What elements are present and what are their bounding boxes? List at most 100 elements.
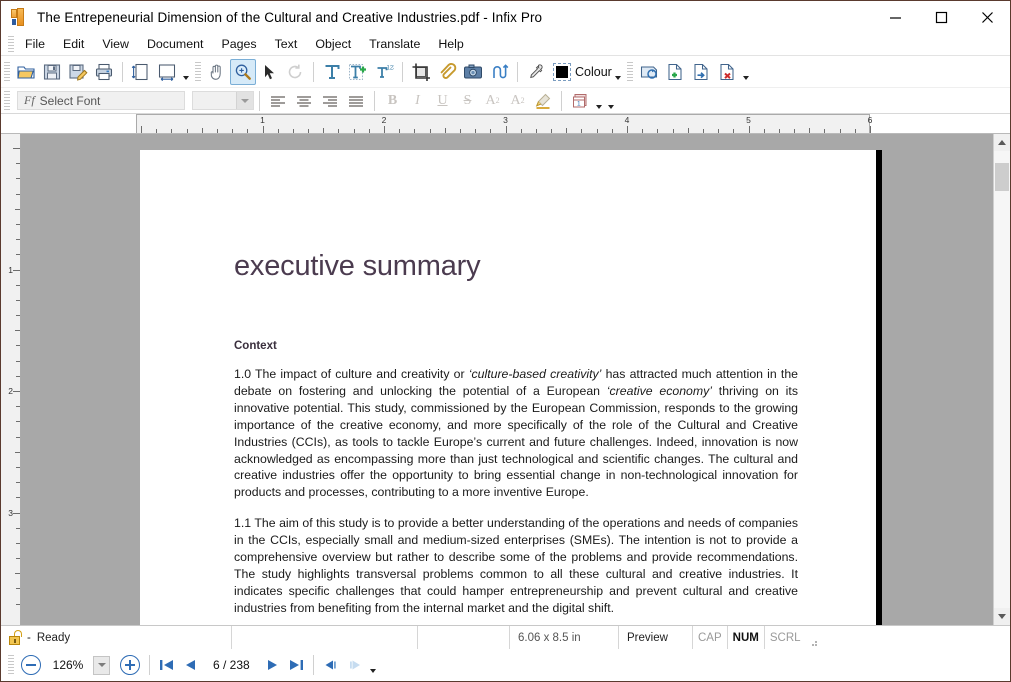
eyedropper-icon[interactable]	[523, 59, 549, 85]
page-ops-dropdown-icon[interactable]	[740, 59, 752, 85]
underline-button[interactable]: U	[430, 90, 455, 112]
menu-object[interactable]: Object	[306, 35, 360, 53]
scroll-up-icon[interactable]	[994, 134, 1010, 151]
ruler-tick	[338, 129, 340, 133]
ruler-tick	[748, 126, 750, 133]
save-as-icon[interactable]	[65, 59, 91, 85]
zoom-in-button[interactable]	[120, 655, 140, 675]
page-indicator[interactable]: 6 / 238	[203, 658, 260, 672]
scrollbar-thumb[interactable]	[995, 163, 1009, 191]
italic-button[interactable]: I	[405, 90, 430, 112]
bold-button[interactable]: B	[380, 90, 405, 112]
ruler-tick	[384, 126, 385, 133]
navbar-overflow-icon[interactable]	[367, 652, 379, 678]
fit-page-height-icon[interactable]	[128, 59, 154, 85]
attachment-icon[interactable]	[434, 59, 460, 85]
zoom-tool-icon[interactable]	[230, 58, 256, 85]
zoom-dropdown-icon[interactable]	[93, 655, 110, 675]
text-tool-icon[interactable]	[319, 59, 345, 85]
align-center-icon[interactable]	[291, 88, 317, 114]
align-left-icon[interactable]	[265, 88, 291, 114]
zoom-out-button[interactable]	[21, 655, 41, 675]
navbar-grip[interactable]	[8, 655, 14, 675]
format-toolbar-grip[interactable]	[4, 90, 10, 111]
toolbar-grip-3[interactable]	[626, 61, 633, 82]
maximize-button[interactable]	[918, 1, 964, 33]
paragraph-1-0[interactable]: 1.0 The impact of culture and creativity…	[234, 366, 798, 501]
print-icon[interactable]	[91, 59, 117, 85]
hand-tool-icon[interactable]	[204, 59, 230, 85]
align-right-icon[interactable]	[317, 88, 343, 114]
ruler-label: 1	[8, 264, 13, 275]
page-refresh-icon[interactable]	[636, 59, 662, 85]
shape-path-icon[interactable]	[486, 59, 512, 85]
delete-page-icon[interactable]	[714, 59, 740, 85]
font-select[interactable]: Ff Select Font	[17, 91, 185, 110]
ruler-tick	[444, 128, 446, 133]
menu-view[interactable]: View	[93, 35, 138, 53]
caps-lock-indicator: CAP	[698, 631, 722, 644]
table-dropdown-icon[interactable]	[593, 88, 605, 114]
ruler-tick	[15, 330, 20, 332]
menu-document[interactable]: Document	[138, 35, 212, 53]
open-file-icon[interactable]	[13, 59, 39, 85]
menu-grip[interactable]	[8, 36, 14, 52]
scrollbar-track[interactable]	[994, 151, 1010, 608]
last-page-button[interactable]	[284, 653, 308, 677]
ruler-tick	[323, 128, 325, 133]
toolbar-grip-2[interactable]	[195, 61, 201, 82]
vertical-ruler[interactable]: 1 2 3	[1, 134, 21, 625]
chevron-down-icon[interactable]	[236, 92, 253, 109]
menu-text[interactable]: Text	[266, 35, 307, 53]
crop-icon[interactable]	[408, 59, 434, 85]
minimize-button[interactable]	[872, 1, 918, 33]
first-page-button[interactable]	[155, 653, 179, 677]
export-page-icon[interactable]	[688, 59, 714, 85]
ruler-tick	[566, 128, 568, 133]
image-icon[interactable]	[460, 59, 486, 85]
vertical-scrollbar[interactable]	[993, 134, 1010, 625]
new-text-box-icon[interactable]	[345, 59, 371, 85]
next-page-button[interactable]	[260, 653, 284, 677]
ruler-tick	[16, 421, 20, 423]
strikethrough-button[interactable]: S	[455, 90, 480, 112]
scroll-down-icon[interactable]	[994, 608, 1010, 625]
colour-swatch[interactable]	[553, 62, 571, 81]
page-fit-dropdown-icon[interactable]	[180, 59, 192, 85]
menu-pages[interactable]: Pages	[212, 35, 265, 53]
align-justify-icon[interactable]	[343, 88, 369, 114]
ruler-tick	[627, 126, 628, 133]
forward-button[interactable]	[343, 653, 367, 677]
colour-dropdown-icon[interactable]	[612, 59, 624, 85]
horizontal-ruler[interactable]: 1 2 3 4 5 6	[136, 114, 872, 133]
text-reflow-icon[interactable]: 123	[371, 59, 397, 85]
toolbar-grip-1[interactable]	[4, 61, 10, 82]
menu-help[interactable]: Help	[429, 35, 472, 53]
save-icon[interactable]	[39, 59, 65, 85]
back-button[interactable]	[319, 653, 343, 677]
format-separator-1	[259, 90, 260, 111]
superscript-button[interactable]: A2	[480, 90, 505, 112]
svg-text:123: 123	[387, 65, 395, 71]
ruler-tick	[535, 129, 537, 133]
close-button[interactable]	[964, 1, 1010, 33]
fit-page-width-icon[interactable]	[154, 59, 180, 85]
view-mode-indicator[interactable]: Preview	[619, 626, 692, 649]
document-canvas[interactable]: executive summary Context 1.0 The impact…	[21, 134, 993, 625]
format-overflow-icon[interactable]	[605, 88, 617, 114]
menu-translate[interactable]: Translate	[360, 35, 429, 53]
menu-edit[interactable]: Edit	[54, 35, 93, 53]
editor-area: 1 2 3 executive summary Context 1.0 The im…	[1, 134, 1010, 625]
subscript-button[interactable]: A2	[505, 90, 530, 112]
pdf-page[interactable]: executive summary Context 1.0 The impact…	[140, 150, 876, 625]
highlight-button[interactable]	[530, 88, 556, 114]
table-tool-icon[interactable]: 1	[567, 88, 593, 114]
font-size-select[interactable]	[192, 91, 254, 110]
select-pointer-icon[interactable]	[256, 59, 282, 85]
paragraph-1-1[interactable]: 1.1 The aim of this study is to provide …	[234, 515, 798, 616]
add-page-icon[interactable]	[662, 59, 688, 85]
resize-grip[interactable]	[806, 626, 820, 649]
menu-file[interactable]: File	[16, 35, 54, 53]
previous-page-button[interactable]	[179, 653, 203, 677]
rotate-icon[interactable]	[282, 59, 308, 85]
